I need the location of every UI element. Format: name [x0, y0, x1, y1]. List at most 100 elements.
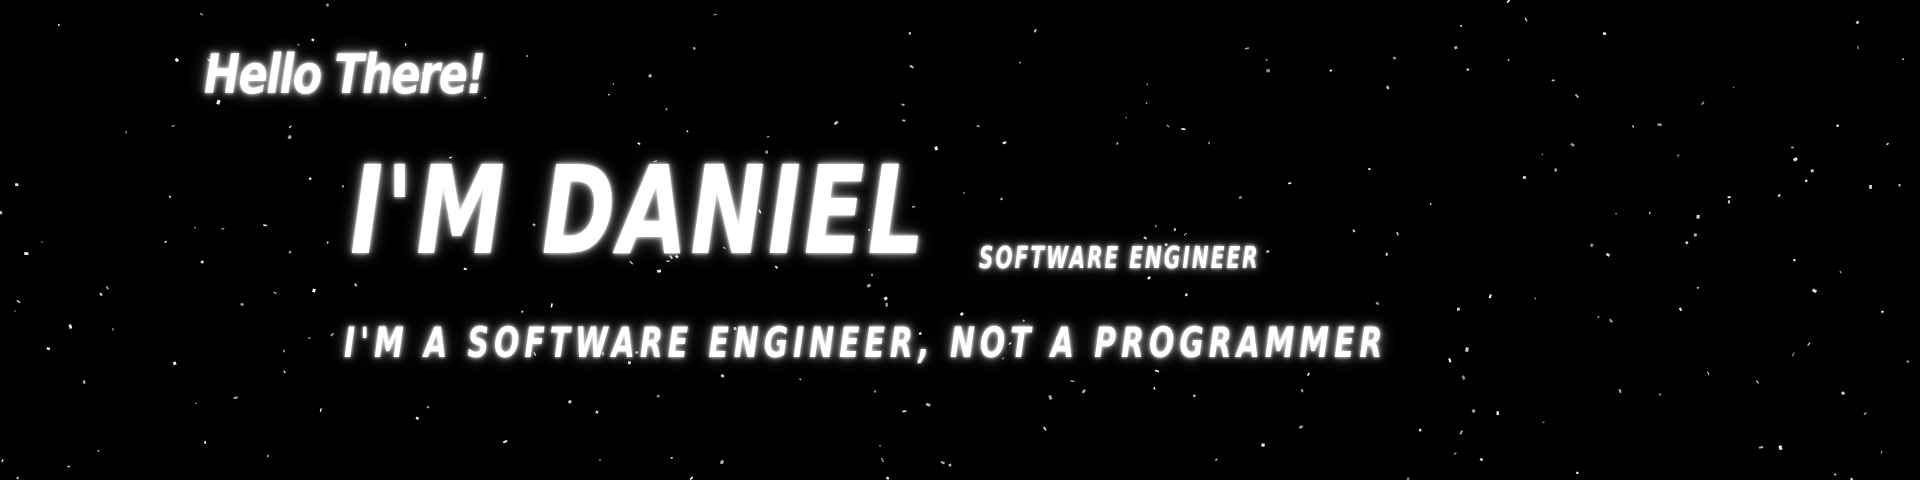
star-speck — [41, 240, 43, 243]
star-speck — [1042, 426, 1047, 431]
star-speck — [1589, 243, 1594, 248]
star-speck — [1732, 86, 1735, 89]
star-speck — [1419, 428, 1422, 432]
star-speck — [193, 226, 196, 229]
star-speck — [1465, 347, 1469, 352]
star-speck — [1488, 294, 1492, 299]
star-speck — [1265, 58, 1269, 62]
star-speck — [174, 57, 180, 63]
star-speck — [648, 73, 653, 78]
star-speck — [1048, 394, 1053, 400]
star-speck — [1534, 297, 1537, 300]
star-speck — [1, 458, 4, 463]
role-label: SOFTWARE ENGINEER — [979, 241, 1260, 276]
star-speck — [1266, 69, 1270, 73]
star-speck — [1507, 58, 1510, 62]
star-speck — [1429, 202, 1432, 206]
star-speck — [940, 460, 945, 465]
star-speck — [1574, 93, 1580, 99]
star-speck — [1902, 58, 1904, 61]
name-heading: I'M DANIEL — [350, 140, 928, 282]
star-speck — [880, 457, 885, 463]
star-speck — [1386, 85, 1390, 90]
star-speck — [325, 3, 330, 7]
star-speck — [1460, 25, 1463, 28]
star-speck — [288, 125, 292, 129]
star-speck — [1329, 69, 1333, 72]
star-speck — [273, 291, 277, 295]
star-speck — [526, 54, 529, 58]
star-speck — [263, 224, 268, 227]
star-speck — [1000, 197, 1003, 201]
star-speck — [1479, 457, 1484, 462]
star-speck — [287, 134, 292, 140]
star-speck — [1701, 101, 1705, 106]
star-speck — [1522, 176, 1527, 179]
star-speck — [1602, 32, 1607, 36]
star-speck — [1676, 154, 1680, 157]
star-speck — [1183, 232, 1187, 236]
star-speck — [902, 119, 906, 122]
star-speck — [1154, 369, 1160, 373]
star-speck — [719, 459, 725, 465]
star-speck — [1840, 391, 1846, 396]
star-speck — [112, 327, 114, 331]
hero-banner: Hello There! I'M DANIEL SOFTWARE ENGINEE… — [0, 0, 1920, 480]
star-speck — [311, 38, 315, 42]
star-speck — [1758, 445, 1764, 449]
star-speck — [670, 456, 674, 460]
star-speck — [1453, 45, 1458, 50]
star-speck — [1244, 47, 1250, 50]
star-speck — [308, 337, 311, 340]
star-speck — [96, 449, 100, 453]
star-speck — [1496, 411, 1500, 416]
star-speck — [1693, 233, 1698, 237]
star-speck — [1033, 28, 1037, 33]
star-speck — [612, 82, 615, 86]
star-speck — [1375, 301, 1380, 306]
star-speck — [1855, 20, 1860, 25]
star-speck — [502, 439, 508, 444]
star-speck — [1306, 372, 1310, 377]
star-speck — [1696, 214, 1700, 219]
star-speck — [550, 303, 553, 308]
star-speck — [1214, 458, 1218, 462]
star-speck — [1070, 379, 1075, 383]
star-speck — [878, 445, 882, 447]
star-speck — [866, 283, 872, 288]
star-speck — [1524, 17, 1528, 22]
star-speck — [1367, 167, 1371, 171]
star-speck — [0, 210, 3, 215]
star-speck — [1471, 408, 1476, 414]
star-speck — [1811, 288, 1818, 294]
star-speck — [908, 32, 911, 35]
star-speck — [873, 390, 877, 393]
star-speck — [1791, 146, 1794, 149]
star-speck — [233, 396, 238, 400]
star-speck — [1906, 360, 1910, 364]
star-speck — [1551, 79, 1555, 82]
star-speck — [330, 332, 335, 337]
star-speck — [1608, 318, 1614, 323]
star-speck — [1392, 56, 1397, 60]
star-speck — [1807, 342, 1811, 347]
star-speck — [1880, 450, 1883, 454]
star-speck — [204, 440, 207, 445]
star-speck — [1881, 310, 1884, 313]
star-speck — [99, 292, 103, 297]
star-speck — [1166, 124, 1170, 128]
star-speck — [341, 185, 344, 188]
star-speck — [1706, 371, 1710, 376]
star-speck — [885, 302, 888, 307]
star-speck — [1631, 125, 1635, 128]
star-speck — [567, 399, 572, 404]
star-speck — [883, 296, 888, 301]
star-speck — [1448, 357, 1452, 363]
star-speck — [195, 402, 197, 404]
star-speck — [1261, 443, 1265, 447]
star-speck — [595, 410, 599, 414]
star-speck — [1154, 224, 1157, 228]
star-speck — [1886, 142, 1889, 146]
star-speck — [934, 146, 939, 151]
star-speck — [105, 285, 110, 290]
